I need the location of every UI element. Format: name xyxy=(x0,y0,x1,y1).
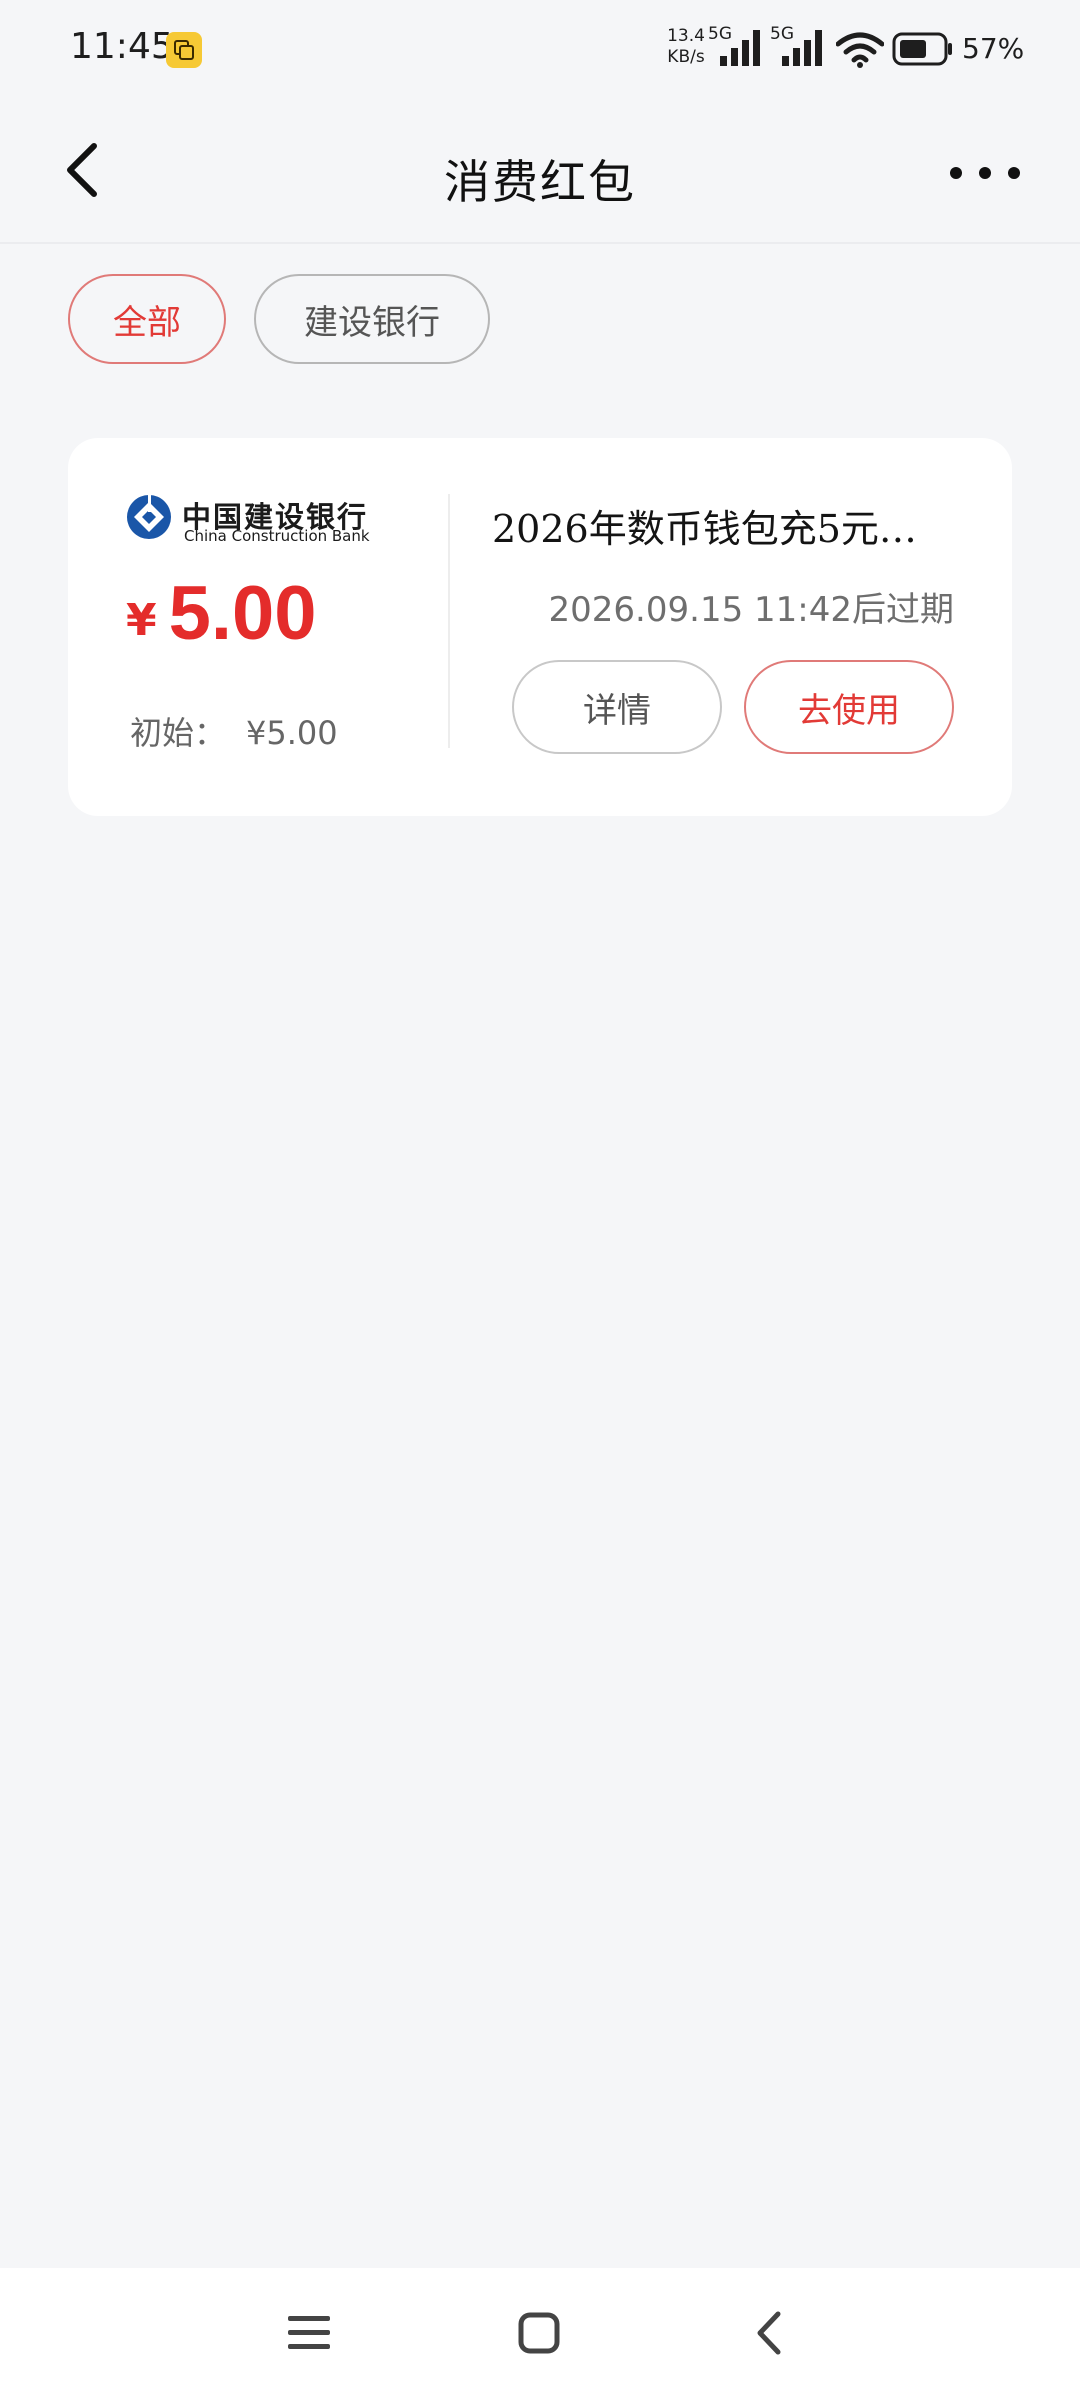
home-square-icon xyxy=(518,2312,560,2354)
notification-app-icon xyxy=(166,32,202,68)
home-button[interactable] xyxy=(504,2298,574,2368)
more-dots-icon xyxy=(1008,167,1020,179)
initial-label: 初始： xyxy=(130,714,227,752)
system-nav-bar xyxy=(0,2268,1080,2400)
back-triangle-icon xyxy=(757,2311,781,2355)
card-title: 2026年数币钱包充5元… xyxy=(492,507,917,551)
more-dots-icon xyxy=(950,167,962,179)
battery-percent: 57% xyxy=(962,32,1025,65)
filter-chip-ccb[interactable]: 建设银行 xyxy=(254,274,490,364)
ccb-logo-icon xyxy=(127,494,171,539)
signal-icon xyxy=(720,30,760,66)
network-speed-value: 13.4 xyxy=(667,26,705,46)
back-nav-button[interactable] xyxy=(734,2298,804,2368)
signal-icon xyxy=(782,30,822,66)
initial-value: ¥5.00 xyxy=(246,714,338,752)
initial-amount: 初始： ¥5.00 xyxy=(130,708,338,754)
amount-value: 5.00 xyxy=(168,571,317,656)
card-expiry: 2026.09.15 11:42后过期 xyxy=(548,590,954,630)
network-speed-unit: KB/s xyxy=(667,47,705,67)
page-title: 消费红包 xyxy=(444,155,636,209)
more-dots-icon xyxy=(979,167,991,179)
detail-button[interactable]: 详情 xyxy=(512,660,722,754)
more-button[interactable] xyxy=(950,148,1020,198)
battery-icon xyxy=(892,32,952,66)
network-speed: 13.4 KB/s xyxy=(666,26,706,68)
status-time: 11:45 xyxy=(70,26,174,67)
amount: ¥5.00 xyxy=(126,570,317,657)
filter-chip-all[interactable]: 全部 xyxy=(68,274,226,364)
red-packet-card[interactable]: 中国建设银行 China Construction Bank ¥5.00 初始：… xyxy=(68,438,1012,816)
status-bar: 11:45 13.4 KB/s 5G 5G 57% xyxy=(0,0,1080,100)
menu-button[interactable] xyxy=(274,2298,344,2368)
wifi-icon xyxy=(836,32,884,68)
currency-symbol: ¥ xyxy=(126,595,157,646)
header: 消费红包 xyxy=(0,100,1080,244)
menu-icon xyxy=(288,2316,330,2349)
use-button[interactable]: 去使用 xyxy=(744,660,954,754)
card-divider xyxy=(448,494,450,748)
bank-name-en: China Construction Bank xyxy=(184,527,370,545)
bank-logo: 中国建设银行 China Construction Bank xyxy=(126,494,386,546)
